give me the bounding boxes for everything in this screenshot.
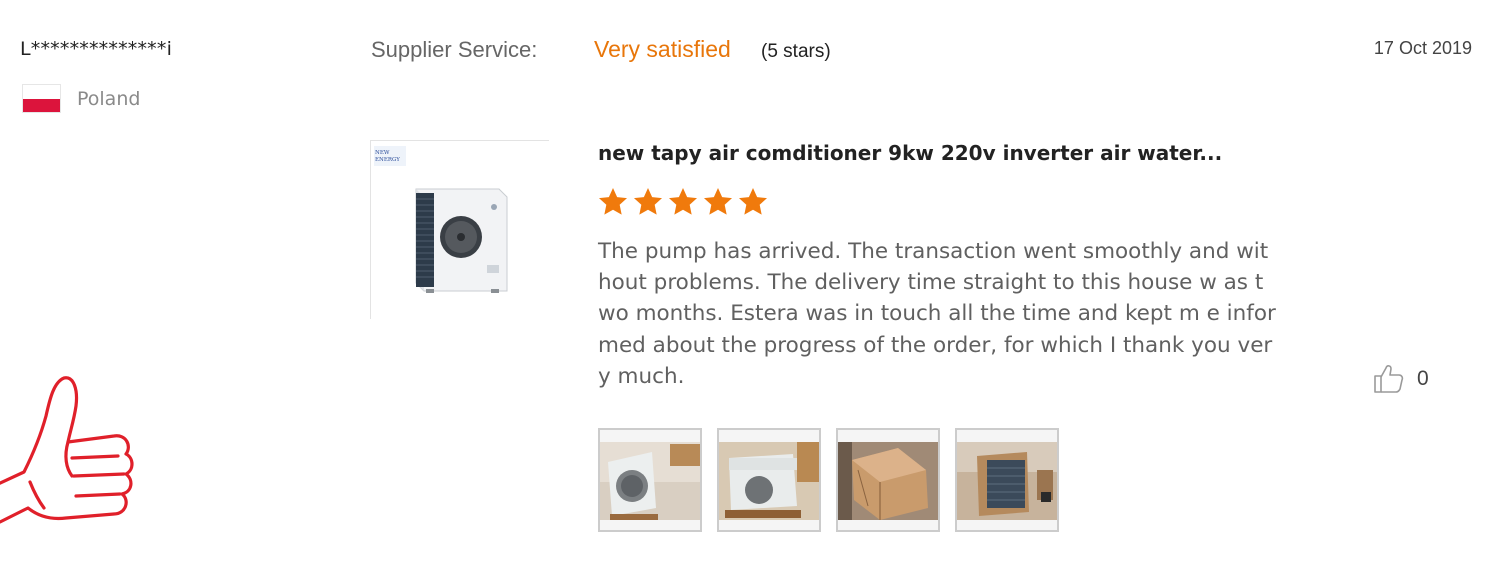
star-icon — [704, 188, 732, 215]
supplier-service-label: Supplier Service: — [371, 37, 538, 62]
like-button[interactable]: 0 — [1372, 362, 1429, 396]
product-title-link[interactable]: new tapy air comditioner 9kw 220v invert… — [598, 141, 1222, 165]
review-photo-2[interactable] — [717, 428, 821, 532]
supplier-service-rating: Very satisfied — [594, 36, 731, 62]
star-icon — [634, 188, 662, 215]
thumbs-up-outline-icon — [1374, 365, 1404, 393]
review-photo-3[interactable] — [836, 428, 940, 532]
poland-flag-icon — [22, 84, 61, 113]
review-photo-1[interactable] — [598, 428, 702, 532]
like-count: 0 — [1417, 367, 1429, 390]
product-image[interactable]: NEW ENERGY — [370, 140, 550, 320]
star-icon — [599, 188, 627, 215]
reviewer-name: L**************i — [20, 38, 173, 60]
svg-text:ENERGY: ENERGY — [375, 157, 400, 163]
review-photo-4[interactable] — [955, 428, 1059, 532]
country-name: Poland — [77, 87, 141, 110]
product-logo-text: NEW — [375, 150, 390, 156]
supplier-service-stars: (5 stars) — [761, 41, 831, 62]
review-photos — [598, 428, 1059, 532]
reviewer-country: Poland — [22, 84, 140, 113]
review-date: 17 Oct 2019 — [1373, 38, 1472, 58]
star-icon — [739, 188, 767, 215]
heat-pump-image: NEW ENERGY — [371, 141, 550, 320]
star-icon — [669, 188, 697, 215]
thumbs-up-decoration-icon — [0, 376, 134, 524]
review-text: The pump has arrived. The transaction we… — [598, 239, 1276, 389]
product-rating-stars — [597, 186, 769, 218]
